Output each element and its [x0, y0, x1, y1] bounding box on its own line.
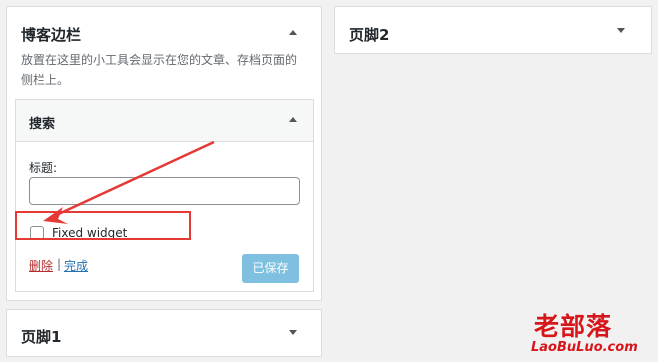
search-widget-header[interactable]: 搜索 [16, 100, 313, 142]
footer1-title[interactable]: 页脚1 [21, 326, 61, 347]
title-field-label: 标题: [29, 161, 58, 175]
title-input[interactable] [29, 177, 300, 205]
expand-arrow-icon[interactable] [617, 28, 625, 33]
blog-sidebar-title[interactable]: 博客边栏 [21, 24, 81, 45]
description-line-1: 放置在这里的小工具会显示在您的文章、存档页面的 [21, 53, 298, 67]
search-widget-title: 搜索 [29, 117, 56, 132]
link-separator: | [57, 257, 62, 271]
footer2-panel[interactable]: 页脚2 [334, 6, 652, 54]
footer2-title[interactable]: 页脚2 [349, 24, 389, 45]
collapse-arrow-icon[interactable] [289, 117, 297, 122]
description-line-2: 侧栏上。 [21, 73, 70, 87]
save-button[interactable]: 已保存 [242, 254, 299, 283]
watermark-logo-text: 老部落 [534, 312, 613, 341]
footer1-panel[interactable]: 页脚1 [6, 309, 322, 357]
collapse-arrow-icon[interactable] [289, 30, 297, 35]
expand-arrow-icon[interactable] [289, 330, 297, 335]
blog-sidebar-description: 放置在这里的小工具会显示在您的文章、存档页面的 侧栏上。 [21, 50, 313, 90]
search-widget: 搜索 标题: Fixed widget 删除 | 完成 已保存 [15, 99, 314, 292]
done-link[interactable]: 完成 [64, 257, 88, 274]
blog-sidebar-panel: 博客边栏 放置在这里的小工具会显示在您的文章、存档页面的 侧栏上。 搜索 标题:… [6, 6, 322, 301]
annotation-highlight-box [15, 211, 191, 240]
watermark-url: LaoBuLuo.com [531, 340, 638, 355]
delete-link[interactable]: 删除 [29, 257, 53, 274]
